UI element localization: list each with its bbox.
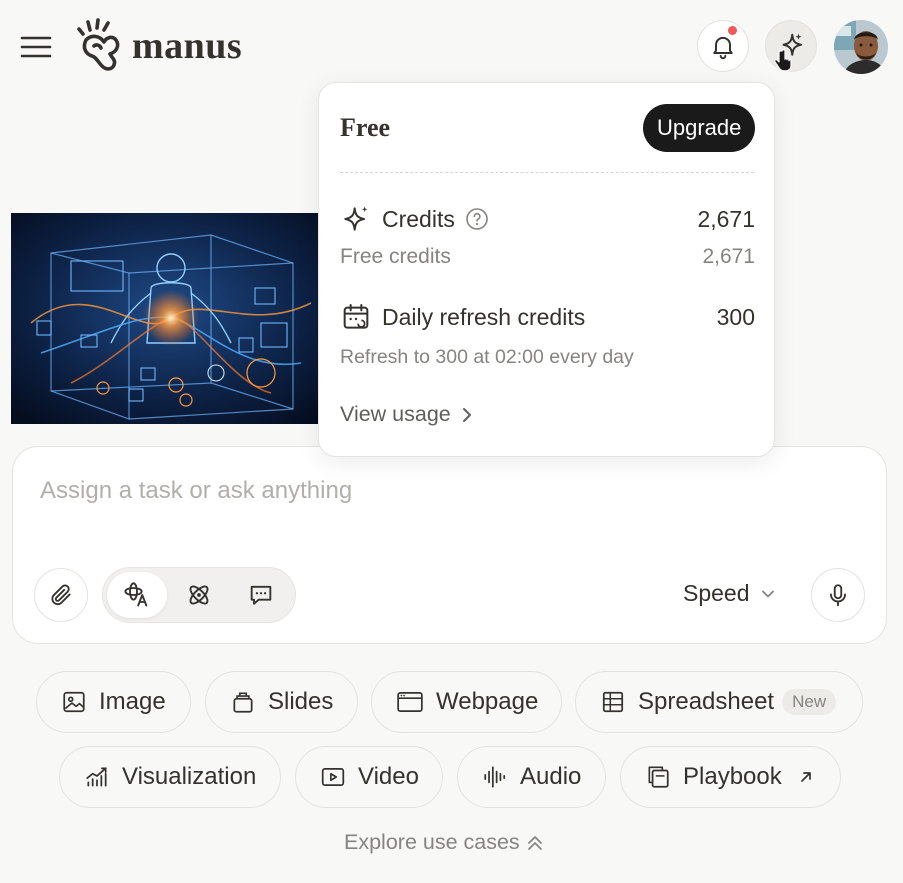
microphone-button[interactable]: [811, 568, 865, 622]
credits-row: Credits 2,671: [340, 201, 755, 237]
menu-button[interactable]: [18, 30, 54, 64]
chip-visualization[interactable]: Visualization: [59, 746, 281, 808]
upgrade-button[interactable]: Upgrade: [643, 104, 756, 152]
video-icon: [321, 768, 345, 786]
chip-label: Image: [99, 688, 166, 715]
chip-webpage[interactable]: Webpage: [371, 671, 562, 733]
credits-label: Credits: [382, 205, 455, 232]
chip-label: Visualization: [122, 763, 257, 790]
notification-dot: [727, 25, 738, 36]
playbook-icon: [648, 766, 669, 788]
chip-slides[interactable]: Slides: [205, 671, 358, 733]
question-circle-icon: [466, 208, 488, 230]
slides-icon: [233, 692, 253, 713]
chip-video[interactable]: Video: [295, 746, 443, 808]
task-composer: Speed: [12, 446, 887, 644]
double-chevron-up-icon: [527, 835, 542, 850]
table-icon: [602, 691, 624, 713]
chat-bubble-icon: [250, 585, 272, 605]
chip-label: Webpage: [436, 688, 539, 715]
calendar-refresh-icon: [343, 304, 369, 329]
chip-label: Slides: [268, 688, 334, 715]
task-input[interactable]: [40, 475, 820, 507]
mode-chat-button[interactable]: [231, 572, 291, 618]
webpage-icon: [397, 691, 423, 713]
ai-language-icon: [124, 582, 148, 607]
free-credits-row: Free credits 2,671: [340, 245, 755, 269]
chip-image[interactable]: Image: [36, 671, 191, 733]
new-badge: New: [782, 689, 837, 715]
ai-cube-illustration: [11, 213, 328, 424]
mode-translate-button[interactable]: [107, 572, 167, 618]
avatar-image: [834, 20, 888, 74]
credits-button[interactable]: [765, 20, 817, 72]
notifications-button[interactable]: [697, 20, 749, 72]
arrow-up-right-icon: [800, 772, 811, 782]
chip-label: Video: [358, 763, 419, 790]
chip-playbook[interactable]: Playbook: [620, 746, 841, 808]
divider: [340, 172, 754, 173]
chart-icon: [86, 767, 107, 787]
manus-logo-icon: [77, 18, 120, 71]
mode-selector: [102, 567, 296, 623]
brand-name: manus: [132, 25, 243, 67]
atom-icon: [189, 585, 209, 605]
daily-credits-label: Daily refresh credits: [382, 303, 586, 330]
microphone-icon: [830, 584, 846, 607]
speed-label: Speed: [683, 580, 750, 606]
audio-wave-icon: [484, 766, 506, 788]
image-icon: [63, 691, 85, 713]
chevron-down-icon: [761, 590, 774, 597]
hand-cursor-icon: [774, 49, 792, 72]
free-credits-label: Free credits: [340, 245, 451, 268]
user-avatar[interactable]: [834, 20, 888, 74]
speed-dropdown[interactable]: Speed: [683, 580, 776, 607]
chip-audio[interactable]: Audio: [457, 746, 606, 808]
hero-illustration: [11, 213, 328, 424]
refresh-note: Refresh to 300 at 02:00 every day: [340, 346, 634, 368]
sparkle-icon: [344, 206, 368, 231]
attach-button[interactable]: [34, 568, 88, 622]
brand-logo[interactable]: manus: [76, 18, 242, 74]
daily-credits-row: Daily refresh credits 300: [340, 299, 755, 335]
credits-value: 2,671: [697, 205, 755, 232]
bell-icon: [713, 36, 733, 60]
view-usage-link[interactable]: View usage: [340, 402, 473, 427]
plan-name: Free: [340, 113, 391, 142]
credits-help-button[interactable]: [465, 207, 489, 231]
mode-agent-button[interactable]: [169, 572, 229, 618]
daily-credits-value: 300: [716, 303, 755, 330]
explore-label: Explore use cases: [344, 830, 520, 854]
chevron-right-icon: [462, 407, 471, 422]
credits-popover: Free Upgrade Credits 2,671 Free credits …: [318, 82, 775, 457]
explore-use-cases-link[interactable]: Explore use cases: [344, 830, 544, 855]
free-credits-value: 2,671: [702, 245, 755, 268]
chip-spreadsheet[interactable]: Spreadsheet New: [575, 671, 863, 733]
paperclip-icon: [51, 584, 71, 606]
hamburger-menu-icon: [20, 36, 52, 58]
view-usage-label: View usage: [340, 402, 451, 426]
chip-label: Audio: [520, 763, 582, 790]
chip-label: Playbook: [683, 763, 782, 790]
chip-label: Spreadsheet: [638, 688, 775, 715]
